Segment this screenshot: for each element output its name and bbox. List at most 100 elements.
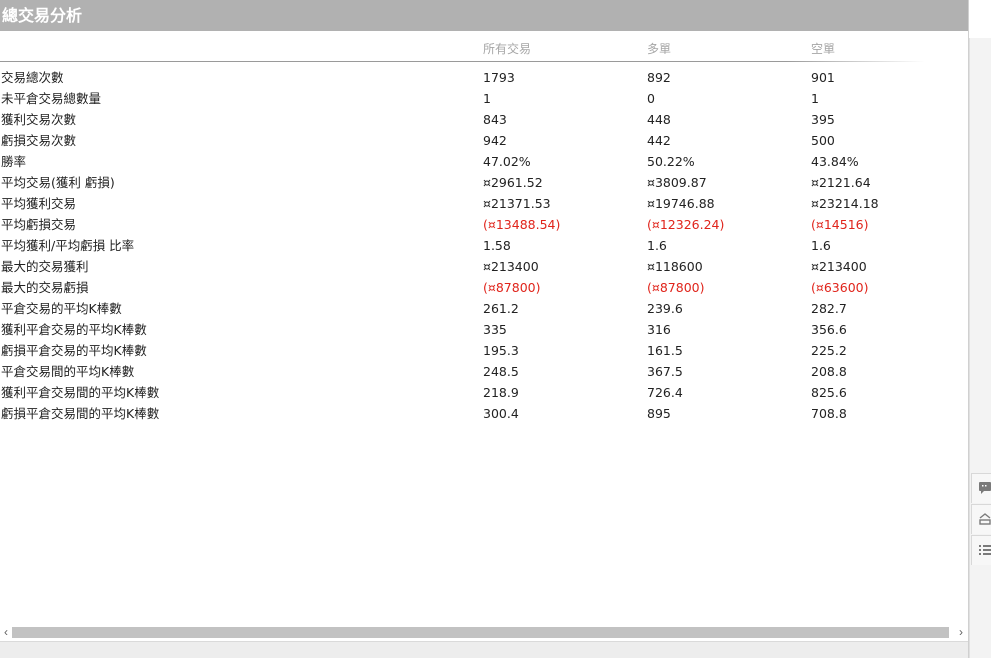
- cell-short: ¤2121.64: [811, 175, 871, 190]
- cell-all-trades: 335: [483, 322, 507, 337]
- row-label: 交易總次數: [1, 70, 64, 85]
- scrollbar-thumb[interactable]: [12, 627, 949, 638]
- row-label: 平倉交易間的平均K棒數: [1, 364, 135, 379]
- header-divider: [0, 61, 925, 62]
- layers-icon: [979, 513, 991, 525]
- cell-long: 239.6: [647, 301, 683, 316]
- row-label: 勝率: [1, 154, 27, 169]
- cell-long: 726.4: [647, 385, 683, 400]
- cell-long: 0: [647, 91, 655, 106]
- table-row[interactable]: 最大的交易獲利 ¤213400 ¤118600 ¤213400: [0, 256, 925, 277]
- side-panel: [969, 0, 991, 658]
- row-label: 最大的交易獲利: [1, 259, 89, 274]
- table-row[interactable]: 獲利平倉交易的平均K棒數 335 316 356.6: [0, 319, 925, 340]
- column-header-row: 所有交易 多單 空單: [0, 32, 925, 63]
- cell-all-trades: 1.58: [483, 238, 511, 253]
- cell-short: ¤213400: [811, 259, 867, 274]
- cell-all-trades: 261.2: [483, 301, 519, 316]
- cell-short: 395: [811, 112, 835, 127]
- cell-long: 161.5: [647, 343, 683, 358]
- cell-long: (¤87800): [647, 280, 705, 295]
- cell-all-trades: 47.02%: [483, 154, 531, 169]
- cell-all-trades: 248.5: [483, 364, 519, 379]
- row-label: 獲利平倉交易的平均K棒數: [1, 322, 147, 337]
- column-header-all-trades[interactable]: 所有交易: [483, 40, 531, 57]
- trade-analysis-window: 總交易分析 所有交易 多單 空單 交易總次數 1793 892 901 未平倉交易總數量…: [0, 0, 969, 658]
- cell-all-trades: (¤87800): [483, 280, 541, 295]
- cell-all-trades: 218.9: [483, 385, 519, 400]
- cell-short: ¤23214.18: [811, 196, 879, 211]
- table-row[interactable]: 最大的交易虧損 (¤87800) (¤87800) (¤63600): [0, 277, 925, 298]
- cell-all-trades: (¤13488.54): [483, 217, 561, 232]
- window-title: 總交易分析: [0, 0, 968, 31]
- row-label: 平均交易(獲利 虧損): [1, 175, 115, 190]
- layers-button[interactable]: [971, 504, 991, 534]
- table-row[interactable]: 虧損平倉交易間的平均K棒數 300.4 895 708.8: [0, 403, 925, 424]
- list-button[interactable]: [971, 535, 991, 565]
- comment-button[interactable]: [971, 473, 991, 503]
- table-row[interactable]: 平倉交易的平均K棒數 261.2 239.6 282.7: [0, 298, 925, 319]
- cell-short: (¤63600): [811, 280, 869, 295]
- table-row[interactable]: 平均獲利交易 ¤21371.53 ¤19746.88 ¤23214.18: [0, 193, 925, 214]
- column-header-short[interactable]: 空單: [811, 40, 835, 57]
- cell-short: 356.6: [811, 322, 847, 337]
- table-row[interactable]: 平均虧損交易 (¤13488.54) (¤12326.24) (¤14516): [0, 214, 925, 235]
- table-row[interactable]: 未平倉交易總數量 1 0 1: [0, 88, 925, 109]
- cell-long: 892: [647, 70, 671, 85]
- cell-long: ¤118600: [647, 259, 703, 274]
- cell-long: 895: [647, 406, 671, 421]
- table-row[interactable]: 獲利平倉交易間的平均K棒數 218.9 726.4 825.6: [0, 382, 925, 403]
- cell-short: 1: [811, 91, 819, 106]
- row-label: 虧損交易次數: [1, 133, 77, 148]
- cell-all-trades: ¤21371.53: [483, 196, 551, 211]
- comment-icon: [979, 482, 991, 494]
- cell-long: ¤3809.87: [647, 175, 707, 190]
- cell-short: 500: [811, 133, 835, 148]
- column-header-long[interactable]: 多單: [647, 40, 671, 57]
- cell-all-trades: 1: [483, 91, 491, 106]
- table-row[interactable]: 勝率 47.02% 50.22% 43.84%: [0, 151, 925, 172]
- chevron-left-icon[interactable]: ‹: [0, 624, 12, 641]
- cell-short: (¤14516): [811, 217, 869, 232]
- cell-all-trades: 300.4: [483, 406, 519, 421]
- table-row[interactable]: 虧損平倉交易的平均K棒數 195.3 161.5 225.2: [0, 340, 925, 361]
- cell-short: 1.6: [811, 238, 831, 253]
- cell-long: ¤19746.88: [647, 196, 715, 211]
- cell-short: 225.2: [811, 343, 847, 358]
- row-label: 最大的交易虧損: [1, 280, 89, 295]
- table-row[interactable]: 平均獲利/平均虧損 比率 1.58 1.6 1.6: [0, 235, 925, 256]
- row-label: 平均虧損交易: [1, 217, 77, 232]
- table-row[interactable]: 平均交易(獲利 虧損) ¤2961.52 ¤3809.87 ¤2121.64: [0, 172, 925, 193]
- side-panel-body: [969, 38, 991, 658]
- table-row[interactable]: 交易總次數 1793 892 901: [0, 67, 925, 88]
- cell-short: 825.6: [811, 385, 847, 400]
- cell-long: 442: [647, 133, 671, 148]
- cell-long: 367.5: [647, 364, 683, 379]
- cell-long: 448: [647, 112, 671, 127]
- table-row[interactable]: 獲利交易次數 843 448 395: [0, 109, 925, 130]
- horizontal-scrollbar[interactable]: ‹ ›: [0, 624, 968, 641]
- row-label: 平均獲利交易: [1, 196, 77, 211]
- cell-short: 282.7: [811, 301, 847, 316]
- side-panel-top: [969, 0, 991, 40]
- row-label: 未平倉交易總數量: [1, 91, 102, 106]
- row-label: 虧損平倉交易的平均K棒數: [1, 343, 147, 358]
- chevron-right-icon[interactable]: ›: [955, 624, 967, 641]
- row-label: 獲利平倉交易間的平均K棒數: [1, 385, 160, 400]
- row-label: 獲利交易次數: [1, 112, 77, 127]
- row-label: 虧損平倉交易間的平均K棒數: [1, 406, 160, 421]
- cell-short: 208.8: [811, 364, 847, 379]
- cell-long: 316: [647, 322, 671, 337]
- cell-long: (¤12326.24): [647, 217, 725, 232]
- cell-all-trades: 1793: [483, 70, 515, 85]
- row-label: 平均獲利/平均虧損 比率: [1, 238, 135, 253]
- table-row[interactable]: 虧損交易次數 942 442 500: [0, 130, 925, 151]
- cell-short: 708.8: [811, 406, 847, 421]
- cell-all-trades: 843: [483, 112, 507, 127]
- status-strip: [0, 641, 968, 658]
- cell-all-trades: ¤2961.52: [483, 175, 543, 190]
- table-row[interactable]: 平倉交易間的平均K棒數 248.5 367.5 208.8: [0, 361, 925, 382]
- list-icon: [979, 545, 991, 555]
- cell-long: 1.6: [647, 238, 667, 253]
- cell-all-trades: 195.3: [483, 343, 519, 358]
